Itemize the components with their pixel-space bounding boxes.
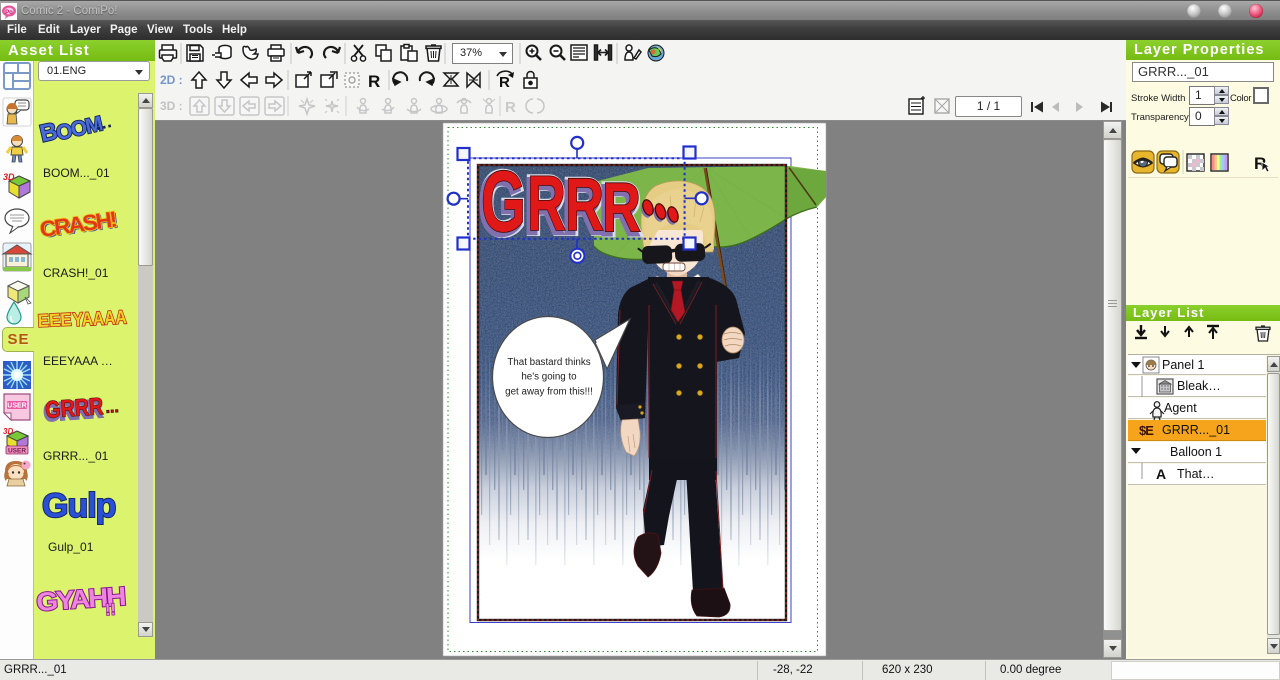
svg-text:Gulp: Gulp [42, 487, 116, 525]
svg-text:YAAAA: YAAAA [72, 307, 127, 331]
svg-text:R: R [499, 74, 510, 91]
svg-text:...: ... [93, 111, 114, 134]
svg-text:A: A [1156, 466, 1166, 482]
svg-text:EEE: EEE [37, 309, 72, 331]
svg-text:BOOM..._01: BOOM..._01 [43, 166, 110, 180]
svg-text:Po: Po [5, 10, 13, 16]
svg-text:get away from this!!!: get away from this!!! [505, 387, 593, 398]
svg-text:Gulp_01: Gulp_01 [48, 540, 94, 554]
svg-text:CRASH!: CRASH! [38, 207, 117, 242]
svg-text:USER: USER [8, 448, 26, 455]
svg-text:GRRR: GRRR [44, 393, 104, 424]
svg-text:!!: !! [105, 602, 117, 620]
svg-text:GRRR..._01: GRRR..._01 [43, 449, 109, 463]
svg-text:$E: $E [1139, 423, 1154, 438]
svg-text:...: ... [105, 399, 119, 417]
svg-text:EEEYAAA …: EEEYAAA … [43, 354, 113, 368]
svg-text:CRASH!_01: CRASH!_01 [43, 266, 109, 280]
svg-text:R: R [505, 99, 516, 116]
svg-text:USER: USER [7, 403, 26, 410]
svg-text:R: R [368, 72, 380, 91]
svg-text:he's going to: he's going to [521, 372, 577, 383]
svg-text:3D: 3D [3, 427, 13, 436]
svg-text:That bastard thinks: That bastard thinks [507, 357, 590, 368]
svg-text:3D: 3D [3, 172, 15, 182]
